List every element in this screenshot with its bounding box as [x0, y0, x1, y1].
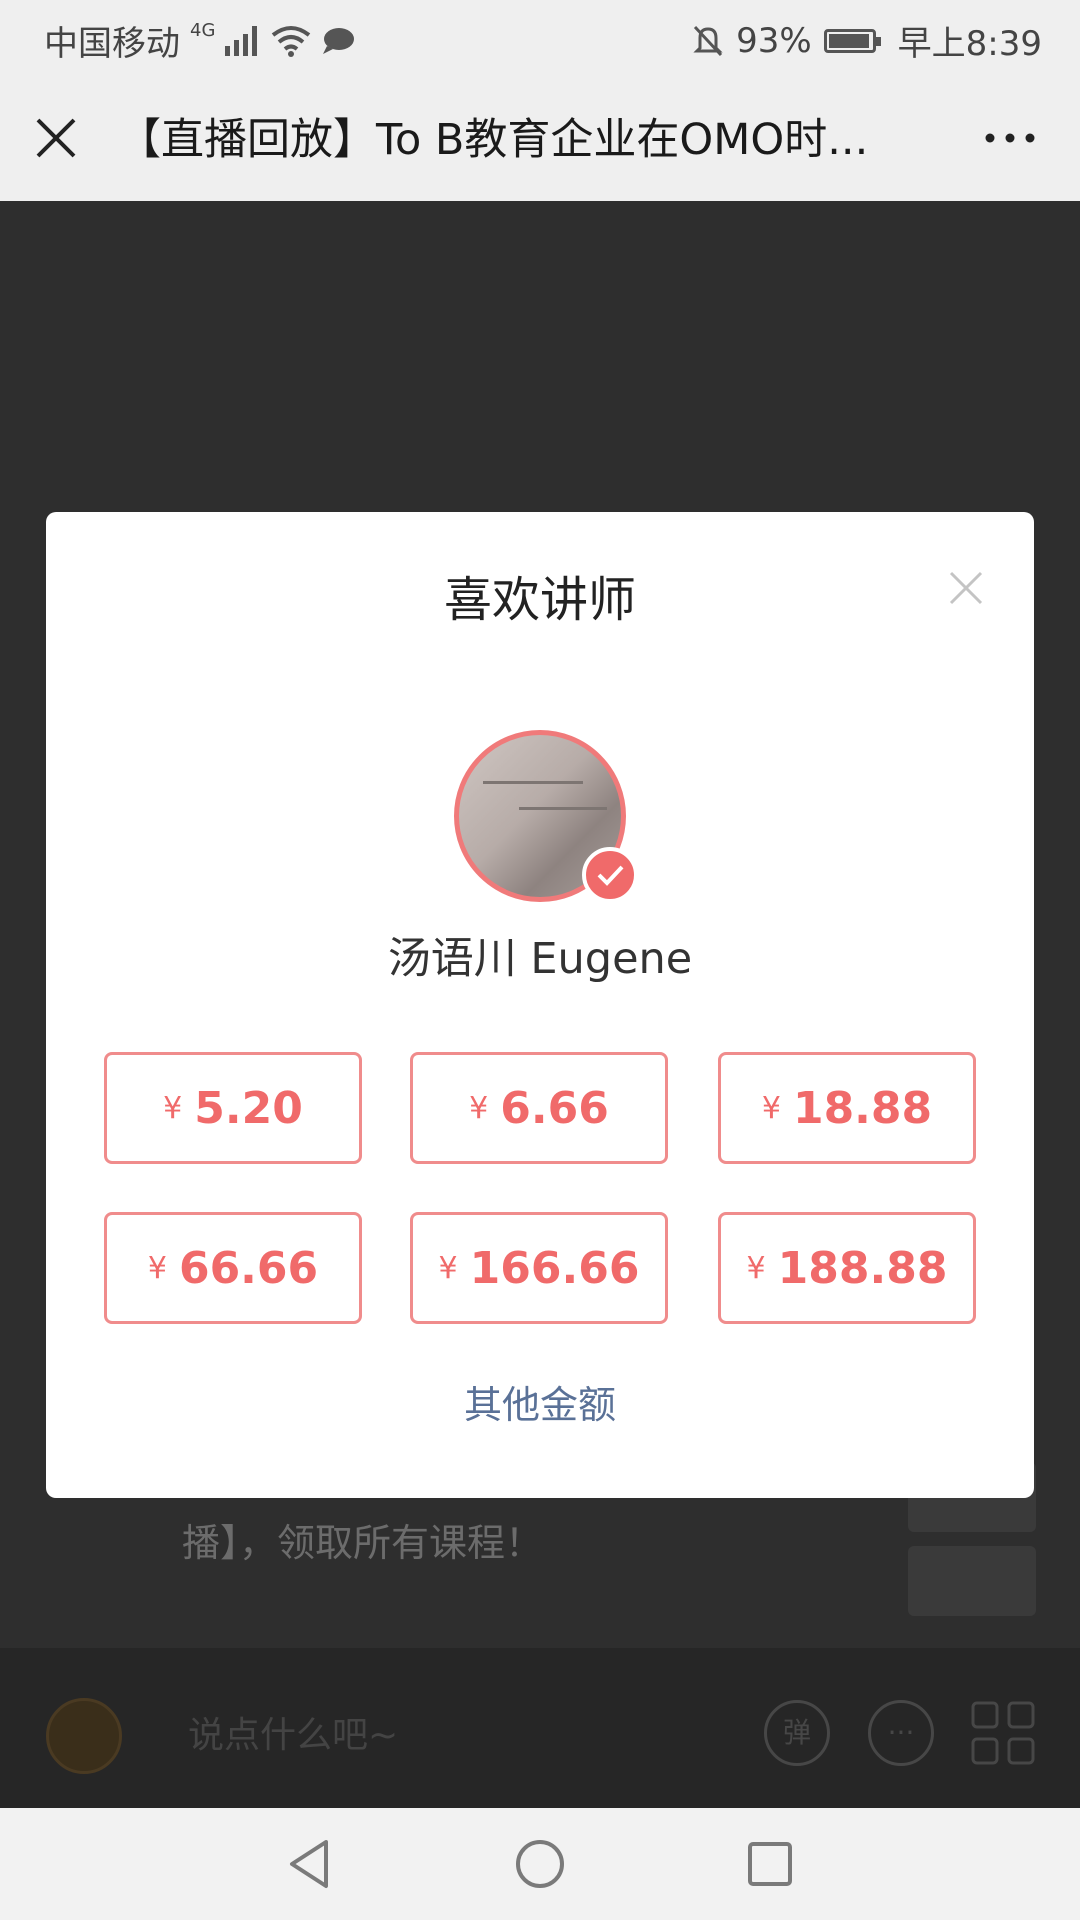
bg-message-text: 播】，领取所有课程！	[182, 1521, 544, 1565]
navigation-bar	[0, 1808, 1080, 1920]
status-right: 93% 早上8:39	[692, 16, 1042, 65]
bg-danmu-icon: 弹	[764, 1700, 830, 1766]
amount-value: 6.66	[500, 1082, 609, 1134]
teacher-name: 汤语川 Eugene	[387, 934, 693, 984]
amount-value: 188.88	[777, 1242, 948, 1294]
bg-grid-icon	[971, 1701, 1035, 1765]
other-amount-link[interactable]: 其他金额	[46, 1374, 1034, 1429]
battery-percent: 93%	[736, 20, 812, 61]
bg-thumbnail	[908, 1546, 1036, 1616]
verified-check-icon	[582, 847, 638, 903]
battery-icon	[823, 28, 881, 53]
page-title: 【直播回放】To B教育企业在OMO时...	[118, 115, 869, 165]
close-icon[interactable]	[30, 112, 82, 164]
amount-button-5-20[interactable]: ¥ 5.20	[104, 1052, 362, 1164]
chat-bubble-icon	[323, 27, 355, 54]
amount-button-18-88[interactable]: ¥ 18.88	[718, 1052, 976, 1164]
signal-icon	[225, 25, 258, 56]
status-left: 中国移动 4G	[44, 16, 355, 65]
amount-button-188-88[interactable]: ¥ 188.88	[718, 1212, 976, 1324]
home-icon[interactable]	[512, 1836, 568, 1892]
amount-value: 66.66	[178, 1242, 319, 1294]
amount-value: 18.88	[792, 1082, 933, 1134]
modal-title: 喜欢讲师	[443, 572, 636, 628]
amount-button-166-66[interactable]: ¥ 166.66	[410, 1212, 668, 1324]
bg-input-placeholder: 说点什么吧~	[188, 1715, 399, 1756]
modal-close-icon[interactable]	[946, 568, 986, 608]
amount-button-66-66[interactable]: ¥ 66.66	[104, 1212, 362, 1324]
currency-symbol: ¥	[469, 1090, 489, 1126]
currency-symbol: ¥	[163, 1090, 183, 1126]
amount-button-6-66[interactable]: ¥ 6.66	[410, 1052, 668, 1164]
currency-symbol: ¥	[761, 1090, 781, 1126]
carrier-label: 中国移动	[44, 24, 180, 64]
tip-teacher-modal: 喜欢讲师 汤语川 Eugene ¥ 5.20 ¥ 6.66 ¥ 18.88 ¥ …	[46, 512, 1034, 1498]
bg-comment-icon: ···	[868, 1700, 934, 1766]
wifi-icon	[272, 25, 311, 57]
status-bar: 中国移动 4G 93% 早上8:39	[0, 0, 1080, 76]
bg-danmu-label: 弹	[782, 1716, 811, 1749]
title-bar: 【直播回放】To B教育企业在OMO时...	[0, 76, 1080, 202]
back-icon[interactable]	[282, 1836, 338, 1892]
amount-value: 166.66	[469, 1242, 640, 1294]
network-label: 4G	[190, 20, 216, 41]
recents-icon[interactable]	[742, 1836, 798, 1892]
currency-symbol: ¥	[438, 1250, 458, 1286]
currency-symbol: ¥	[147, 1250, 167, 1286]
mute-bell-icon	[693, 25, 723, 56]
currency-symbol: ¥	[746, 1250, 766, 1286]
clock: 早上8:39	[897, 24, 1042, 64]
bg-avatar-icon	[46, 1698, 122, 1774]
amount-value: 5.20	[194, 1082, 303, 1134]
more-icon[interactable]	[980, 116, 1040, 160]
